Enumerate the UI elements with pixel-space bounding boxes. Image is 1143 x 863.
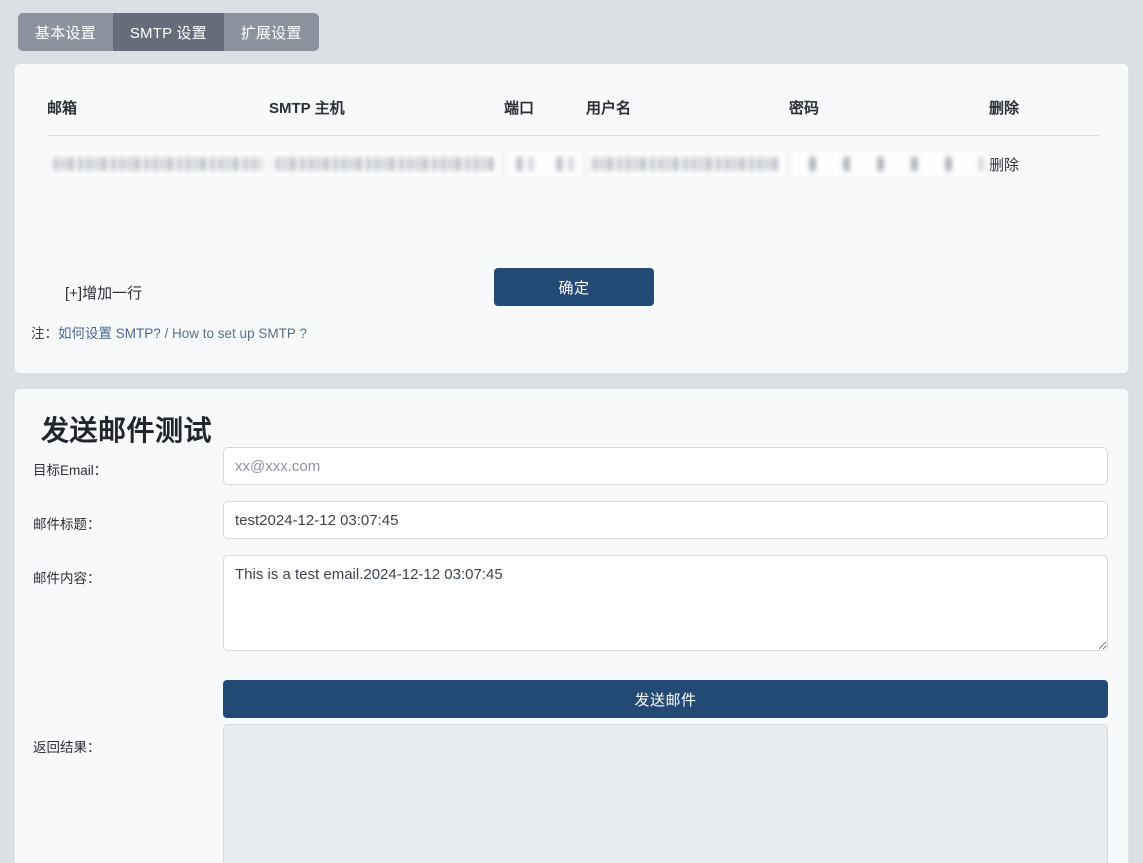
column-header-host: SMTP 主机 [269,97,504,136]
table-row: 删除 [47,136,1099,193]
note-tail: / How to set up SMTP ? [164,326,307,341]
cell-email [47,136,269,193]
content-textarea[interactable]: This is a test email.2024-12-12 03:07:45 [223,555,1108,651]
tab-extended-settings[interactable]: 扩展设置 [224,13,319,51]
redacted-text [511,157,579,171]
confirm-button[interactable]: 确定 [494,268,654,306]
send-mail-button[interactable]: 发送邮件 [223,680,1108,718]
label-target-email: 目标Email： [33,463,108,478]
column-header-username: 用户名 [586,97,789,136]
result-field-wrap [223,724,1108,863]
tab-basic-settings[interactable]: 基本设置 [18,13,113,51]
smtp-help-link[interactable]: 如何设置 SMTP? [58,326,161,341]
subject-field-wrap [223,501,1108,539]
cell-host [269,136,504,193]
column-header-delete: 删除 [989,97,1099,136]
cell-port [504,136,586,193]
delete-row-button[interactable]: 删除 [989,157,1019,174]
redacted-text [54,157,262,171]
cell-username [586,136,789,193]
target-email-input[interactable] [223,447,1108,485]
smtp-password-input[interactable] [789,148,989,180]
table-header-row: 邮箱 SMTP 主机 端口 用户名 密码 删除 [47,97,1099,136]
smtp-username-input[interactable] [586,148,789,180]
label-result: 返回结果： [33,740,101,755]
column-header-email: 邮箱 [47,97,269,136]
cell-delete: 删除 [989,136,1099,193]
label-subject: 邮件标题： [33,517,101,532]
smtp-help-note: 注：如何设置 SMTP? / How to set up SMTP ? [31,322,307,342]
send-mail-test-card: 发送邮件测试 目标Email： 邮件标题： 邮件内容： This is a te… [14,388,1129,863]
settings-page: 基本设置 SMTP 设置 扩展设置 邮箱 SMTP 主机 端口 用户名 密码 删… [0,0,1143,863]
settings-tabbar: 基本设置 SMTP 设置 扩展设置 [18,13,319,51]
smtp-email-input[interactable] [47,148,269,180]
smtp-host-input[interactable] [269,148,504,180]
content-field-wrap: This is a test email.2024-12-12 03:07:45 [223,555,1108,656]
redacted-text [796,157,982,171]
smtp-accounts-table: 邮箱 SMTP 主机 端口 用户名 密码 删除 删除 [47,97,1099,192]
column-header-password: 密码 [789,97,989,136]
cell-password [789,136,989,193]
target-email-field-wrap [223,447,1108,485]
smtp-port-input[interactable] [504,148,586,180]
page-title: 发送邮件测试 [41,415,213,446]
subject-input[interactable] [223,501,1108,539]
add-row-button[interactable]: [+]增加一行 [65,282,142,303]
tab-smtp-settings[interactable]: SMTP 设置 [112,13,224,51]
smtp-settings-card: 邮箱 SMTP 主机 端口 用户名 密码 删除 删除 [+]增加一行 确定 注：… [14,63,1129,374]
note-prefix: 注： [31,326,58,341]
redacted-text [276,157,497,171]
redacted-text [593,157,782,171]
column-header-port: 端口 [504,97,586,136]
result-textarea [223,724,1108,863]
label-content: 邮件内容： [33,571,101,586]
